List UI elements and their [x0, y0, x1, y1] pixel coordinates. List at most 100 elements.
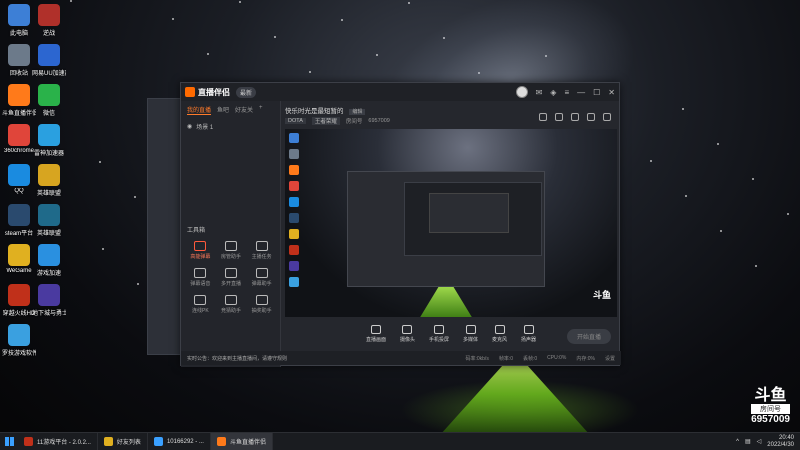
tool-icon	[224, 268, 237, 278]
tool-icon	[194, 241, 207, 251]
stream-preview[interactable]: 斗鱼	[285, 129, 617, 317]
tab-friends[interactable]: 好友关	[235, 105, 253, 115]
preview-douyu-watermark: 斗鱼	[592, 290, 611, 300]
desktop-icon[interactable]: 罗技游戏软件	[2, 324, 36, 357]
tools-title: 工具箱	[187, 228, 206, 234]
source-control[interactable]: 手机投屏	[429, 325, 449, 343]
network-icon[interactable]: ▤	[745, 438, 751, 445]
bell-icon[interactable]	[587, 113, 595, 121]
live-companion-window: 直播伴侣 最新 ✉ ◈ ≡ — ☐ ✕ 我的直播 鱼吧 好友关 + ◉ 场景 1…	[180, 82, 621, 367]
menu-icon[interactable]: ≡	[564, 88, 569, 97]
version-badge[interactable]: 最新	[236, 86, 257, 98]
overlay-room-number: 6957009	[751, 414, 790, 425]
taskbar-app-icon	[24, 437, 33, 446]
taskbar-item-label: 斗鱼直播伴侣	[229, 440, 266, 446]
taskbar-item-label: 11游戏平台 - 2.0.2...	[37, 440, 91, 446]
tool-item[interactable]: 抽奖助手	[246, 295, 277, 314]
taskbar-item[interactable]: 10166292 - ...	[148, 432, 211, 450]
volume-icon[interactable]: ◁	[757, 438, 762, 445]
taskbar-item[interactable]: 11游戏平台 - 2.0.2...	[18, 432, 98, 450]
star	[99, 161, 101, 163]
tool-item[interactable]: 主播任务	[246, 241, 277, 260]
add-icon[interactable]: +	[259, 105, 263, 115]
skin-icon[interactable]: ◈	[550, 88, 556, 97]
desktop-icon[interactable]: QQ	[2, 164, 36, 194]
edit-button[interactable]: 编辑	[349, 109, 366, 115]
tool-item[interactable]: 弹幕语音	[185, 268, 216, 287]
scene-label: 场景 1	[196, 125, 214, 131]
source-control-label: 摄像头	[399, 337, 415, 343]
subcategory-tag[interactable]: 王者荣耀	[311, 117, 340, 125]
desktop-icon[interactable]: 360chrome	[2, 124, 36, 154]
tool-item[interactable]: 竞猜助手	[216, 295, 247, 314]
clock[interactable]: 20:40 2022/4/30	[767, 435, 794, 449]
tool-item[interactable]: 弹幕助手	[246, 268, 277, 287]
desktop-icon[interactable]: 地下城与勇士	[32, 284, 66, 317]
app-icon	[8, 84, 30, 106]
taskbar-item-label: 10166292 - ...	[166, 438, 204, 445]
taskbar-item-label: 好友列表	[116, 440, 141, 446]
star	[309, 71, 311, 73]
app-icon	[38, 44, 60, 66]
desktop-icon-label: 回收站	[9, 71, 28, 77]
app-icon	[8, 164, 30, 186]
desktop-icon[interactable]: 回收站	[2, 44, 36, 77]
tab-my-live[interactable]: 我的直播	[187, 105, 212, 115]
avatar[interactable]	[515, 86, 528, 98]
desktop-icon[interactable]: 英雄联盟	[32, 164, 66, 197]
desktop-icon[interactable]: 网易UU加速器	[32, 44, 66, 77]
status-metrics: 码率:0kb/s 帧率:0 丢帧:0 CPU:0% 内存:0% 设置	[465, 355, 615, 362]
app-icon	[38, 4, 60, 26]
source-control[interactable]: 扬声器	[521, 325, 536, 343]
scene-item[interactable]: ◉ 场景 1	[181, 119, 280, 134]
desktop-icon[interactable]: 斗鱼直播伴侣	[2, 84, 36, 117]
tool-item[interactable]: 多开直播	[216, 268, 247, 287]
close-icon[interactable]: ✕	[608, 88, 615, 97]
minimize-icon[interactable]: —	[577, 88, 585, 97]
desktop-icon[interactable]: WeGame	[2, 244, 36, 274]
desktop-icon-label: 地下城与勇士	[32, 311, 66, 317]
message-icon[interactable]: ✉	[536, 88, 543, 97]
shop-icon[interactable]	[555, 113, 563, 121]
share-icon[interactable]	[603, 113, 611, 121]
tab-fish-bar[interactable]: 鱼吧	[217, 105, 229, 115]
start-live-button[interactable]: 开始直播	[566, 329, 611, 344]
taskbar-item[interactable]: 好友列表	[98, 432, 148, 450]
tool-item[interactable]: 房管助手	[216, 241, 247, 260]
tool-item[interactable]: 连线PK	[185, 295, 216, 314]
eye-icon[interactable]: ◉	[187, 123, 192, 130]
star	[274, 36, 276, 38]
tool-label: 房管助手	[220, 254, 241, 260]
lock-icon[interactable]	[571, 113, 579, 121]
taskbar: 11游戏平台 - 2.0.2... 好友列表 10166292 - ... 斗鱼直播伴…	[0, 432, 800, 450]
desktop-icon[interactable]: 英雄联盟	[32, 204, 66, 237]
desktop-icon[interactable]: 微信	[32, 84, 66, 117]
maximize-icon[interactable]: ☐	[593, 88, 600, 97]
source-control[interactable]: 多媒体	[463, 325, 478, 343]
source-control-icon	[370, 325, 381, 334]
desktop-icon[interactable]: 逆战	[32, 4, 66, 37]
app-icon	[8, 204, 30, 226]
source-control[interactable]: 摄像头	[400, 325, 415, 343]
taskbar-item[interactable]: 斗鱼直播伴侣	[210, 432, 273, 450]
stream-title: 快乐时光是最短暂的	[285, 108, 344, 115]
source-control-icon	[523, 325, 534, 334]
star	[717, 143, 719, 145]
desktop-icon[interactable]: steam平台	[2, 204, 36, 237]
desktop-icon[interactable]: 此电脑	[2, 4, 36, 37]
tray-up-icon[interactable]: ^	[736, 439, 739, 445]
star	[650, 160, 652, 162]
desktop-icon[interactable]: 游戏加速	[32, 244, 66, 277]
desktop-icon[interactable]: 穿越火线HD	[2, 284, 36, 317]
source-control[interactable]: 直播画面	[366, 325, 386, 343]
taskbar-tasks: 11游戏平台 - 2.0.2... 好友列表 10166292 - ... 斗鱼直播伴…	[18, 432, 273, 450]
desktop-icon[interactable]: 雷神加速器	[32, 124, 66, 157]
status-metric: CPU:0%	[547, 354, 567, 361]
source-control[interactable]: 麦克风	[492, 325, 507, 343]
start-button[interactable]	[0, 433, 18, 450]
gift-icon[interactable]	[539, 113, 547, 121]
tool-item[interactable]: 高能弹幕	[185, 241, 216, 260]
category-tag[interactable]: DOTA	[285, 118, 306, 124]
taskbar-app-icon	[153, 437, 163, 446]
source-control-icon	[433, 325, 444, 334]
